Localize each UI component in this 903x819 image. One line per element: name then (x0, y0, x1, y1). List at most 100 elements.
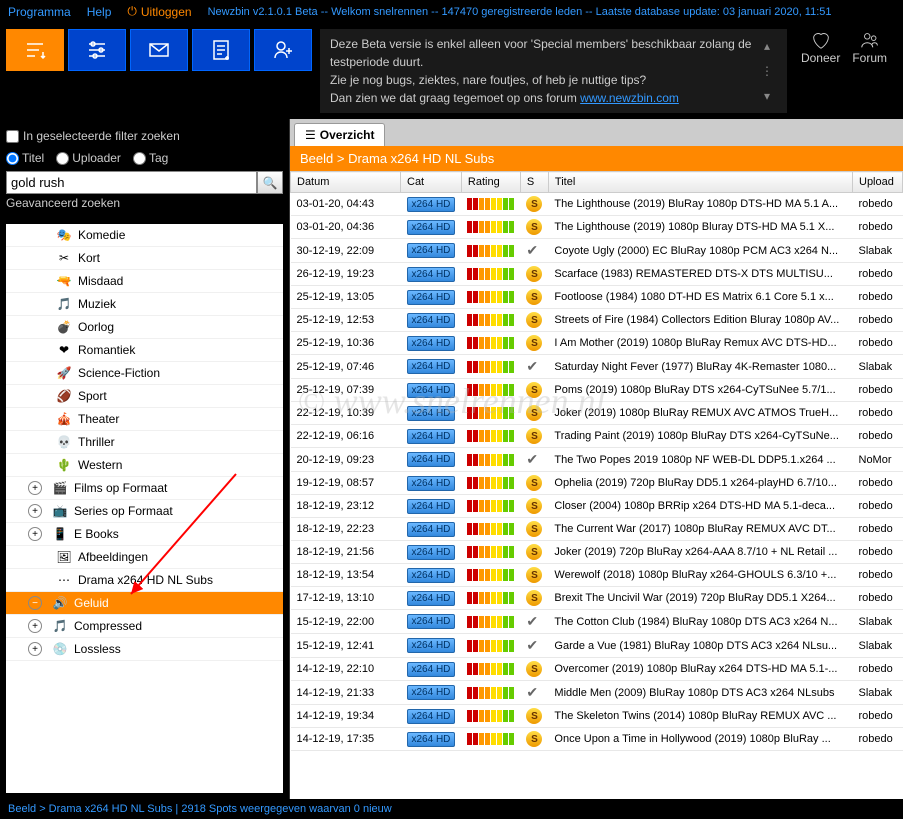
col-cat[interactable]: Cat (401, 172, 462, 193)
expand-icon[interactable]: − (28, 596, 42, 610)
table-row[interactable]: 25-12-19, 07:46x264 HD✔Saturday Night Fe… (291, 355, 903, 379)
tree-item[interactable]: 🎭Komedie (6, 224, 283, 247)
cell-upload: robedo (853, 332, 903, 355)
doneer-button[interactable]: Doneer (801, 29, 840, 65)
table-row[interactable]: 18-12-19, 22:23x264 HDSThe Current War (… (291, 518, 903, 541)
cell-datum: 03-01-20, 04:43 (291, 193, 401, 216)
col-titel[interactable]: Titel (548, 172, 852, 193)
table-row[interactable]: 14-12-19, 17:35x264 HDSOnce Upon a Time … (291, 728, 903, 751)
table-row[interactable]: 22-12-19, 06:16x264 HDSTrading Paint (20… (291, 425, 903, 448)
table-row[interactable]: 15-12-19, 22:00x264 HD✔The Cotton Club (… (291, 610, 903, 634)
table-row[interactable]: 14-12-19, 21:33x264 HD✔Middle Men (2009)… (291, 681, 903, 705)
cat-badge: x264 HD (407, 313, 456, 328)
table-row[interactable]: 22-12-19, 10:39x264 HDSJoker (2019) 1080… (291, 402, 903, 425)
tree-item[interactable]: +📱E Books (6, 523, 283, 546)
scroll-indicator[interactable]: ▴⋮▾ (757, 35, 777, 107)
table-row[interactable]: 18-12-19, 21:56x264 HDSJoker (2019) 720p… (291, 541, 903, 564)
cell-datum: 15-12-19, 12:41 (291, 634, 401, 658)
search-input[interactable] (6, 171, 257, 194)
expand-icon[interactable]: + (28, 619, 42, 633)
cell-upload: robedo (853, 193, 903, 216)
tree-item[interactable]: 🔫Misdaad (6, 270, 283, 293)
advanced-search-link[interactable]: Geavanceerd zoeken (6, 194, 283, 212)
tree-item[interactable]: ⋯Drama x264 HD NL Subs (6, 569, 283, 592)
table-row[interactable]: 18-12-19, 13:54x264 HDSWerewolf (2018) 1… (291, 564, 903, 587)
tree-item[interactable]: 💀Thriller (6, 431, 283, 454)
spot-icon: S (526, 590, 542, 606)
radio-uploader[interactable]: Uploader (56, 151, 121, 165)
table-row[interactable]: 03-01-20, 04:43x264 HDSThe Lighthouse (2… (291, 193, 903, 216)
cell-rating (461, 448, 520, 472)
new-post-button[interactable] (192, 29, 250, 71)
category-icon: 💿 (52, 641, 68, 657)
table-row[interactable]: 26-12-19, 19:23x264 HDSScarface (1983) R… (291, 263, 903, 286)
tree-item[interactable]: −🔊Geluid (6, 592, 283, 615)
menu-help[interactable]: Help (87, 5, 112, 19)
cell-rating (461, 564, 520, 587)
table-row[interactable]: 19-12-19, 08:57x264 HDSOphelia (2019) 72… (291, 472, 903, 495)
tree-item[interactable]: +💿Lossless (6, 638, 283, 661)
cell-titel: The Cotton Club (1984) BluRay 1080p DTS … (548, 610, 852, 634)
category-icon: 🏈 (56, 388, 72, 404)
table-row[interactable]: 18-12-19, 23:12x264 HDSCloser (2004) 108… (291, 495, 903, 518)
forum-button[interactable]: Forum (852, 29, 887, 65)
tree-item[interactable]: +🎬Films op Formaat (6, 477, 283, 500)
table-row[interactable]: 03-01-20, 04:36x264 HDSThe Lighthouse (2… (291, 216, 903, 239)
category-icon: 🎵 (52, 618, 68, 634)
table-row[interactable]: 25-12-19, 12:53x264 HDSStreets of Fire (… (291, 309, 903, 332)
table-row[interactable]: 30-12-19, 22:09x264 HD✔Coyote Ugly (2000… (291, 239, 903, 263)
col-rating[interactable]: Rating (461, 172, 520, 193)
table-row[interactable]: 14-12-19, 22:10x264 HDSOvercomer (2019) … (291, 658, 903, 681)
cat-badge: x264 HD (407, 685, 456, 700)
table-row[interactable]: 25-12-19, 07:39x264 HDSPoms (2019) 1080p… (291, 379, 903, 402)
expand-icon[interactable]: + (28, 504, 42, 518)
radio-tag[interactable]: Tag (133, 151, 168, 165)
tree-item[interactable]: 🎪Theater (6, 408, 283, 431)
tree-item[interactable]: 🚀Science-Fiction (6, 362, 283, 385)
cell-upload: robedo (853, 587, 903, 610)
tab-overzicht[interactable]: ☰Overzicht (294, 123, 385, 146)
tree-item[interactable]: +📺Series op Formaat (6, 500, 283, 523)
table-row[interactable]: 20-12-19, 09:23x264 HD✔The Two Popes 201… (291, 448, 903, 472)
cat-badge: x264 HD (407, 614, 456, 629)
cat-badge: x264 HD (407, 709, 456, 724)
forum-link[interactable]: www.newzbin.com (580, 91, 679, 105)
tree-item[interactable]: 🎵Muziek (6, 293, 283, 316)
mail-button[interactable] (130, 29, 188, 71)
expand-icon[interactable]: + (28, 527, 42, 541)
cell-titel: Joker (2019) 720p BluRay x264-AAA 8.7/10… (548, 541, 852, 564)
cell-rating (461, 541, 520, 564)
tree-item[interactable]: ✂Kort (6, 247, 283, 270)
search-button[interactable]: 🔍 (257, 171, 283, 194)
table-row[interactable]: 14-12-19, 19:34x264 HDSThe Skeleton Twin… (291, 705, 903, 728)
col-upload[interactable]: Upload (853, 172, 903, 193)
tree-item-label: Compressed (74, 619, 142, 633)
tree-item[interactable]: 🌵Western (6, 454, 283, 477)
expand-icon[interactable]: + (28, 642, 42, 656)
menu-programma[interactable]: Programma (8, 5, 71, 19)
col-datum[interactable]: Datum (291, 172, 401, 193)
menu-uitloggen[interactable]: ⏻ Uitloggen (127, 4, 191, 19)
tree-item[interactable]: + 🎵 Compressed (6, 615, 283, 638)
col-s[interactable]: S (520, 172, 548, 193)
tree-item-label: Theater (78, 412, 119, 426)
table-row[interactable]: 17-12-19, 13:10x264 HDSBrexit The Uncivi… (291, 587, 903, 610)
cell-s: S (520, 309, 548, 332)
category-icon: 🚀 (56, 365, 72, 381)
settings-button[interactable] (68, 29, 126, 71)
tree-item-label: E Books (74, 527, 119, 541)
radio-titel[interactable]: Titel (6, 151, 44, 165)
cell-s: S (520, 587, 548, 610)
tree-item[interactable]: 🖼Afbeeldingen (6, 546, 283, 569)
table-row[interactable]: 15-12-19, 12:41x264 HD✔Garde a Vue (1981… (291, 634, 903, 658)
table-row[interactable]: 25-12-19, 13:05x264 HDSFootloose (1984) … (291, 286, 903, 309)
cell-datum: 18-12-19, 21:56 (291, 541, 401, 564)
tree-item[interactable]: 💣Oorlog (6, 316, 283, 339)
sort-button[interactable] (6, 29, 64, 71)
expand-icon[interactable]: + (28, 481, 42, 495)
tree-item[interactable]: ❤Romantiek (6, 339, 283, 362)
tree-item[interactable]: 🏈Sport (6, 385, 283, 408)
users-button[interactable] (254, 29, 312, 71)
table-row[interactable]: 25-12-19, 10:36x264 HDSI Am Mother (2019… (291, 332, 903, 355)
filter-checkbox[interactable] (6, 130, 19, 143)
